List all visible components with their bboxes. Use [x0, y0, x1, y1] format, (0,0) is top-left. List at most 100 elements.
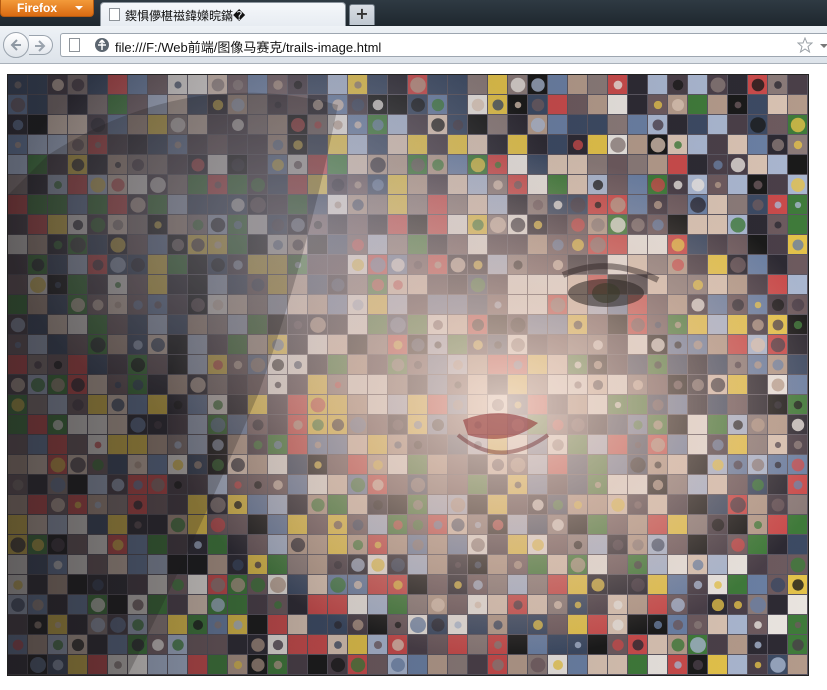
mosaic-tile-face [12, 479, 24, 491]
mosaic-tile-face [750, 597, 766, 613]
mosaic-tile-face [214, 621, 222, 629]
mosaic-tile [668, 575, 687, 594]
mosaic-tile [308, 615, 327, 634]
url-dropdown-icon[interactable] [820, 44, 827, 48]
mosaic-tile [68, 275, 87, 294]
mosaic-tile-face [114, 381, 122, 389]
mosaic-tile-face [573, 540, 583, 550]
mosaic-tile-face [191, 298, 205, 312]
mosaic-tile [628, 475, 647, 494]
mosaic-tile-face [213, 360, 223, 370]
mosaic-tile-face [754, 361, 762, 369]
mosaic-tile [188, 555, 207, 574]
mosaic-tile-face [210, 217, 226, 233]
mosaic-tile-face [532, 499, 544, 511]
mosaic-tile [428, 655, 447, 674]
mosaic-tile [508, 275, 527, 294]
mosaic-tile-face [113, 560, 123, 570]
mosaic-tile [188, 135, 207, 154]
mosaic-tile [268, 615, 287, 634]
firefox-menu-button[interactable]: Firefox [0, 0, 94, 17]
mosaic-tile-face [613, 600, 623, 610]
mosaic-tile [568, 655, 587, 674]
mosaic-tile [568, 335, 587, 354]
mosaic-tile [188, 395, 207, 414]
bookmark-star-icon[interactable] [797, 37, 813, 53]
tab-active[interactable]: 鍥惧儚椹禌鍏嬫晥鏋� [100, 2, 346, 26]
mosaic-tile-face [474, 521, 482, 529]
mosaic-tile-face [334, 201, 342, 209]
mosaic-tile [628, 135, 647, 154]
mosaic-tile-face [112, 219, 124, 231]
mosaic-tile-face [331, 418, 345, 432]
mosaic-tile [88, 395, 107, 414]
mosaic-tile-face [154, 301, 162, 309]
new-tab-button[interactable]: + [349, 4, 375, 25]
mosaic-tile-face [434, 341, 442, 349]
back-button[interactable] [3, 32, 29, 58]
mosaic-tile [608, 115, 627, 134]
mosaic-tile [388, 295, 407, 314]
mosaic-tile [688, 95, 707, 114]
mosaic-tile [768, 415, 787, 434]
mosaic-tile-face [592, 419, 604, 431]
mosaic-tile [728, 75, 747, 94]
mosaic-tile [428, 295, 447, 314]
mosaic-tile-face [530, 657, 546, 673]
mosaic-tile-face [210, 417, 226, 433]
mosaic-tile-face [730, 157, 746, 173]
mosaic-tile-face [410, 477, 426, 493]
mosaic-tile-face [273, 480, 283, 490]
mosaic-tile-face [174, 441, 182, 449]
mosaic-tile [348, 595, 367, 614]
page-icon [69, 38, 80, 52]
forward-button[interactable] [29, 35, 53, 55]
mosaic-tile [28, 155, 47, 174]
mosaic-tile-face [132, 599, 144, 611]
address-bar[interactable]: file:///F:/Web前端/图像马赛克/trails-image.html [60, 33, 827, 57]
mosaic-tile [708, 535, 727, 554]
mosaic-tile [208, 555, 227, 574]
mosaic-tile [148, 75, 167, 94]
mosaic-tile [168, 295, 187, 314]
mosaic-tile-face [593, 360, 603, 370]
mosaic-tile [48, 315, 67, 334]
mosaic-tile-face [610, 217, 626, 233]
mosaic-tile [568, 575, 587, 594]
mosaic-tile-face [791, 458, 805, 472]
mosaic-tile [268, 255, 287, 274]
mosaic-tile-face [211, 258, 225, 272]
mosaic-tile-face [130, 197, 146, 213]
mosaic-tile [768, 275, 787, 294]
mosaic-tile [168, 555, 187, 574]
mosaic-tile [548, 95, 567, 114]
mosaic-tile-face [650, 137, 666, 153]
mosaic-tile [228, 295, 247, 314]
mosaic-tile [628, 195, 647, 214]
mosaic-tile-face [392, 639, 404, 651]
mosaic-tile [628, 75, 647, 94]
mosaic-tile [68, 555, 87, 574]
mosaic-tile-face [591, 578, 605, 592]
mosaic-tile [688, 495, 707, 514]
mosaic-tile-face [790, 117, 806, 133]
mosaic-tile [248, 395, 267, 414]
mosaic-tile [608, 555, 627, 574]
mosaic-tile-face [570, 197, 586, 213]
mosaic-tile [248, 375, 267, 394]
mosaic-tile-face [733, 460, 743, 470]
mosaic-tile [628, 615, 647, 634]
mosaic-tile [688, 115, 707, 134]
globe-icon[interactable] [94, 37, 110, 53]
mosaic-tile [328, 235, 347, 254]
mosaic-tile-face [613, 80, 623, 90]
mosaic-tile-face [233, 260, 243, 270]
mosaic-tile-face [234, 481, 242, 489]
mosaic-tile [648, 295, 667, 314]
mosaic-tile [188, 355, 207, 374]
mosaic-tile-face [151, 338, 165, 352]
mosaic-tile [608, 255, 627, 274]
mosaic-tile [608, 235, 627, 254]
mosaic-tile-face [133, 340, 143, 350]
mosaic-tile [208, 375, 227, 394]
